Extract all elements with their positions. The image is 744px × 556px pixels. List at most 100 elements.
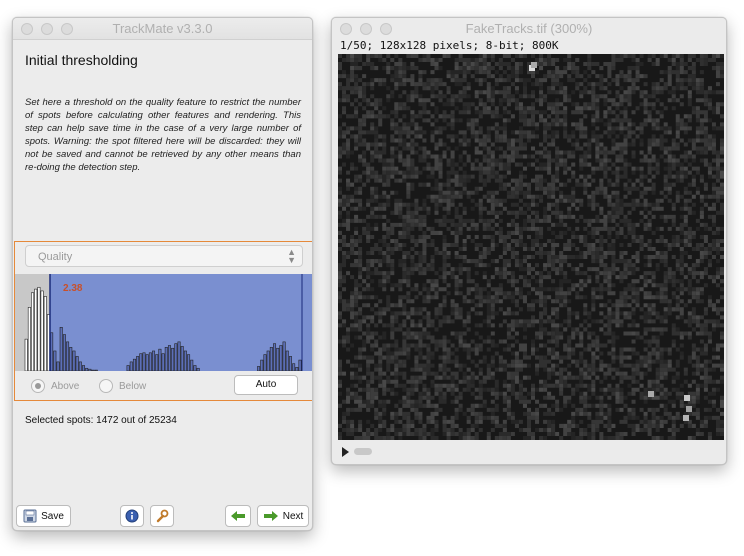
histogram-bar [142,352,146,372]
radio-below-label: Below [119,380,147,392]
histogram-bar [59,327,63,372]
histogram-bar [292,363,296,372]
histogram-bar [276,347,280,372]
histogram-bar [183,350,187,372]
bright-spot [531,62,537,68]
histogram-bar [56,361,60,372]
histogram-bar [69,347,73,372]
image-titlebar: FakeTracks.tif (300%) [332,18,726,40]
histogram-bar [136,356,140,372]
save-button[interactable]: Save [16,505,71,527]
threshold-value-label: 2.38 [63,283,83,294]
bright-spot [686,406,692,412]
histogram-bar [263,354,267,372]
play-icon[interactable] [342,447,349,457]
histogram-bar [37,286,41,372]
histogram-bar [126,365,130,372]
histogram-bar [145,354,149,372]
histogram-bar [82,365,85,372]
info-button[interactable] [120,505,144,527]
histogram-bar [152,350,156,372]
histogram-bar [285,350,289,372]
histogram-bar [298,359,302,372]
radio-below[interactable]: Below [99,379,146,393]
bright-spot [648,391,654,397]
histogram-bar [31,292,35,372]
next-button-label: Next [282,510,304,522]
histogram-bar [187,354,191,372]
warning-text: Warning: the spot filtered here will be … [25,136,302,173]
histogram-bar [62,334,66,372]
histogram-bar [129,361,133,372]
histogram-bar [193,365,197,372]
histogram-bar [288,356,292,372]
histogram-bar [27,306,31,372]
histogram-bar [190,359,194,372]
histogram-bar [94,369,98,372]
histogram-bar [78,361,82,372]
chevron-updown-icon: ▲ ▼ [287,247,296,265]
histogram-bar [85,367,89,372]
page-title: Initial thresholding [25,52,138,68]
histogram-bar [171,347,175,372]
histogram-bar [158,348,162,372]
histogram-bar [266,350,270,372]
histogram-bar [75,356,79,372]
radio-above-button[interactable] [31,379,45,393]
histogram-bar [260,359,264,372]
microscopy-image[interactable] [338,54,724,440]
histogram-bar [269,347,273,372]
image-canvas[interactable] [338,54,724,440]
histogram-bar [88,368,92,372]
histogram-bar [40,290,44,372]
histogram-bar [164,347,168,372]
info-icon [125,509,139,523]
arrow-left-icon [231,511,245,521]
radio-below-button[interactable] [99,379,113,393]
image-window: FakeTracks.tif (300%) 1/50; 128x128 pixe… [331,17,727,465]
trackmate-titlebar: TrackMate v3.3.0 [13,18,312,40]
histogram-bar [279,345,283,372]
selected-spots-text: Selected spots: 1472 out of 25234 [25,415,177,426]
arrow-right-icon [263,511,278,521]
scrollbar-thumb[interactable] [354,448,372,455]
histogram-bar [295,367,299,372]
slice-scrollbar[interactable] [338,446,724,458]
threshold-panel: Quality ▲ ▼ 2.38 Above Below Auto [14,241,312,401]
radio-above-label: Above [51,380,80,392]
radio-above[interactable]: Above [31,379,79,393]
histogram-bar [91,369,95,372]
bright-spot [683,415,689,421]
histogram-bar [132,358,136,372]
wrench-icon [156,509,169,523]
histogram-bar [167,345,171,372]
histogram-bar [139,353,143,372]
histogram-bar [53,350,57,372]
histogram-bar [257,366,261,372]
threshold-histogram[interactable]: 2.38 [15,274,312,372]
bright-spot [684,395,690,401]
histogram-chart[interactable]: 2.38 [15,274,312,372]
save-icon [23,509,37,523]
histogram-bar [196,367,200,372]
histogram-bar [148,352,152,372]
settings-button[interactable] [150,505,174,527]
feature-select-value: Quality [38,251,73,263]
previous-button[interactable] [225,505,251,527]
histogram-bar [24,338,28,372]
histogram-bar [177,341,181,372]
histogram-bar [43,296,47,372]
histogram-bar [174,343,178,372]
next-button[interactable]: Next [257,505,309,527]
save-button-label: Save [41,510,64,522]
histogram-bar [282,341,286,372]
histogram-bar [66,341,70,372]
histogram-bar [180,346,184,372]
auto-button[interactable]: Auto [234,375,298,395]
histogram-bar [155,354,159,372]
window-title: FakeTracks.tif (300%) [465,21,593,36]
feature-select[interactable]: Quality ▲ ▼ [25,245,303,267]
histogram-bar [34,288,38,372]
histogram-bar [273,343,277,372]
histogram-bar [72,350,76,372]
